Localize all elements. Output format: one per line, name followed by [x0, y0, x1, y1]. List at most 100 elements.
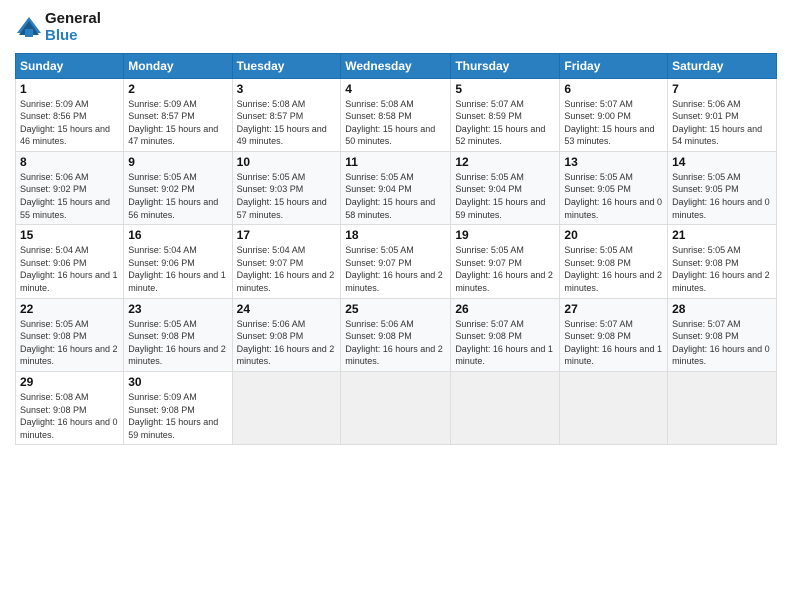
calendar-cell: 6 Sunrise: 5:07 AMSunset: 9:00 PMDaylight…: [560, 78, 668, 151]
day-info: Sunrise: 5:07 AMSunset: 9:00 PMDaylight:…: [564, 98, 663, 148]
calendar-cell: 24 Sunrise: 5:06 AMSunset: 9:08 PMDayligh…: [232, 298, 341, 371]
day-info: Sunrise: 5:05 AMSunset: 9:04 PMDaylight:…: [345, 171, 446, 221]
calendar-page: General Blue SundayMondayTuesdayWednesda…: [0, 0, 792, 612]
calendar-cell: 2 Sunrise: 5:09 AMSunset: 8:57 PMDaylight…: [124, 78, 232, 151]
calendar-cell: 8 Sunrise: 5:06 AMSunset: 9:02 PMDaylight…: [16, 151, 124, 224]
day-info: Sunrise: 5:05 AMSunset: 9:08 PMDaylight:…: [20, 318, 119, 368]
day-number: 7: [672, 82, 772, 96]
calendar-cell: 18 Sunrise: 5:05 AMSunset: 9:07 PMDayligh…: [341, 225, 451, 298]
day-number: 1: [20, 82, 119, 96]
weekday-header-sunday: Sunday: [16, 53, 124, 78]
calendar-cell: 30 Sunrise: 5:09 AMSunset: 9:08 PMDayligh…: [124, 372, 232, 445]
day-info: Sunrise: 5:04 AMSunset: 9:06 PMDaylight:…: [20, 244, 119, 294]
calendar-cell: 4 Sunrise: 5:08 AMSunset: 8:58 PMDaylight…: [341, 78, 451, 151]
day-info: Sunrise: 5:06 AMSunset: 9:08 PMDaylight:…: [345, 318, 446, 368]
day-info: Sunrise: 5:07 AMSunset: 8:59 PMDaylight:…: [455, 98, 555, 148]
day-info: Sunrise: 5:09 AMSunset: 8:56 PMDaylight:…: [20, 98, 119, 148]
day-info: Sunrise: 5:05 AMSunset: 9:02 PMDaylight:…: [128, 171, 227, 221]
calendar-cell: 9 Sunrise: 5:05 AMSunset: 9:02 PMDaylight…: [124, 151, 232, 224]
day-number: 14: [672, 155, 772, 169]
day-info: Sunrise: 5:05 AMSunset: 9:07 PMDaylight:…: [345, 244, 446, 294]
day-info: Sunrise: 5:07 AMSunset: 9:08 PMDaylight:…: [455, 318, 555, 368]
day-number: 23: [128, 302, 227, 316]
calendar-table: SundayMondayTuesdayWednesdayThursdayFrid…: [15, 53, 777, 446]
calendar-cell: 23 Sunrise: 5:05 AMSunset: 9:08 PMDayligh…: [124, 298, 232, 371]
calendar-week-5: 29Sunrise: 5:08 AMSunset: 9:08 PMDayligh…: [16, 372, 777, 445]
day-number: 6: [564, 82, 663, 96]
day-info: Sunrise: 5:08 AMSunset: 8:58 PMDaylight:…: [345, 98, 446, 148]
calendar-cell: [232, 372, 341, 445]
calendar-cell: 21 Sunrise: 5:05 AMSunset: 9:08 PMDayligh…: [668, 225, 777, 298]
day-number: 27: [564, 302, 663, 316]
logo-icon: [15, 13, 43, 41]
day-number: 11: [345, 155, 446, 169]
day-number: 10: [237, 155, 337, 169]
day-number: 19: [455, 228, 555, 242]
calendar-cell: 20 Sunrise: 5:05 AMSunset: 9:08 PMDayligh…: [560, 225, 668, 298]
calendar-week-3: 15 Sunrise: 5:04 AMSunset: 9:06 PMDayligh…: [16, 225, 777, 298]
day-number: 5: [455, 82, 555, 96]
day-number: 2: [128, 82, 227, 96]
day-number: 17: [237, 228, 337, 242]
calendar-cell: 26 Sunrise: 5:07 AMSunset: 9:08 PMDayligh…: [451, 298, 560, 371]
weekday-header-wednesday: Wednesday: [341, 53, 451, 78]
day-info: Sunrise: 5:05 AMSunset: 9:08 PMDaylight:…: [672, 244, 772, 294]
calendar-week-4: 22Sunrise: 5:05 AMSunset: 9:08 PMDayligh…: [16, 298, 777, 371]
day-number: 25: [345, 302, 446, 316]
day-info: Sunrise: 5:08 AMSunset: 8:57 PMDaylight:…: [237, 98, 337, 148]
day-number: 15: [20, 228, 119, 242]
calendar-cell: 27 Sunrise: 5:07 AMSunset: 9:08 PMDayligh…: [560, 298, 668, 371]
day-info: Sunrise: 5:07 AMSunset: 9:08 PMDaylight:…: [564, 318, 663, 368]
calendar-cell: [341, 372, 451, 445]
calendar-cell: 28 Sunrise: 5:07 AMSunset: 9:08 PMDayligh…: [668, 298, 777, 371]
weekday-header-friday: Friday: [560, 53, 668, 78]
weekday-header-tuesday: Tuesday: [232, 53, 341, 78]
day-info: Sunrise: 5:08 AMSunset: 9:08 PMDaylight:…: [20, 391, 119, 441]
calendar-cell: 7 Sunrise: 5:06 AMSunset: 9:01 PMDaylight…: [668, 78, 777, 151]
calendar-header-row: SundayMondayTuesdayWednesdayThursdayFrid…: [16, 53, 777, 78]
calendar-cell: 19Sunrise: 5:05 AMSunset: 9:07 PMDayligh…: [451, 225, 560, 298]
calendar-cell: 12 Sunrise: 5:05 AMSunset: 9:04 PMDayligh…: [451, 151, 560, 224]
day-number: 30: [128, 375, 227, 389]
calendar-cell: 14Sunrise: 5:05 AMSunset: 9:05 PMDayligh…: [668, 151, 777, 224]
day-number: 16: [128, 228, 227, 242]
day-number: 9: [128, 155, 227, 169]
day-info: Sunrise: 5:06 AMSunset: 9:01 PMDaylight:…: [672, 98, 772, 148]
day-number: 21: [672, 228, 772, 242]
day-number: 26: [455, 302, 555, 316]
day-info: Sunrise: 5:05 AMSunset: 9:08 PMDaylight:…: [128, 318, 227, 368]
day-number: 28: [672, 302, 772, 316]
day-number: 3: [237, 82, 337, 96]
weekday-header-saturday: Saturday: [668, 53, 777, 78]
day-info: Sunrise: 5:09 AMSunset: 9:08 PMDaylight:…: [128, 391, 227, 441]
day-info: Sunrise: 5:07 AMSunset: 9:08 PMDaylight:…: [672, 318, 772, 368]
day-info: Sunrise: 5:05 AMSunset: 9:03 PMDaylight:…: [237, 171, 337, 221]
calendar-cell: 1 Sunrise: 5:09 AMSunset: 8:56 PMDaylight…: [16, 78, 124, 151]
day-number: 12: [455, 155, 555, 169]
day-info: Sunrise: 5:05 AMSunset: 9:04 PMDaylight:…: [455, 171, 555, 221]
calendar-cell: [560, 372, 668, 445]
calendar-cell: 17Sunrise: 5:04 AMSunset: 9:07 PMDayligh…: [232, 225, 341, 298]
day-info: Sunrise: 5:09 AMSunset: 8:57 PMDaylight:…: [128, 98, 227, 148]
day-number: 18: [345, 228, 446, 242]
logo-text: General Blue: [45, 10, 101, 45]
calendar-week-1: 1 Sunrise: 5:09 AMSunset: 8:56 PMDaylight…: [16, 78, 777, 151]
calendar-cell: 5 Sunrise: 5:07 AMSunset: 8:59 PMDaylight…: [451, 78, 560, 151]
day-info: Sunrise: 5:05 AMSunset: 9:05 PMDaylight:…: [564, 171, 663, 221]
calendar-cell: 13 Sunrise: 5:05 AMSunset: 9:05 PMDayligh…: [560, 151, 668, 224]
day-number: 24: [237, 302, 337, 316]
calendar-cell: 10 Sunrise: 5:05 AMSunset: 9:03 PMDayligh…: [232, 151, 341, 224]
calendar-cell: [668, 372, 777, 445]
day-number: 20: [564, 228, 663, 242]
day-info: Sunrise: 5:06 AMSunset: 9:08 PMDaylight:…: [237, 318, 337, 368]
calendar-week-2: 8 Sunrise: 5:06 AMSunset: 9:02 PMDaylight…: [16, 151, 777, 224]
day-info: Sunrise: 5:05 AMSunset: 9:08 PMDaylight:…: [564, 244, 663, 294]
calendar-cell: 16Sunrise: 5:04 AMSunset: 9:06 PMDayligh…: [124, 225, 232, 298]
calendar-cell: 29Sunrise: 5:08 AMSunset: 9:08 PMDayligh…: [16, 372, 124, 445]
day-info: Sunrise: 5:06 AMSunset: 9:02 PMDaylight:…: [20, 171, 119, 221]
day-number: 8: [20, 155, 119, 169]
weekday-header-thursday: Thursday: [451, 53, 560, 78]
day-number: 13: [564, 155, 663, 169]
day-number: 4: [345, 82, 446, 96]
weekday-header-monday: Monday: [124, 53, 232, 78]
